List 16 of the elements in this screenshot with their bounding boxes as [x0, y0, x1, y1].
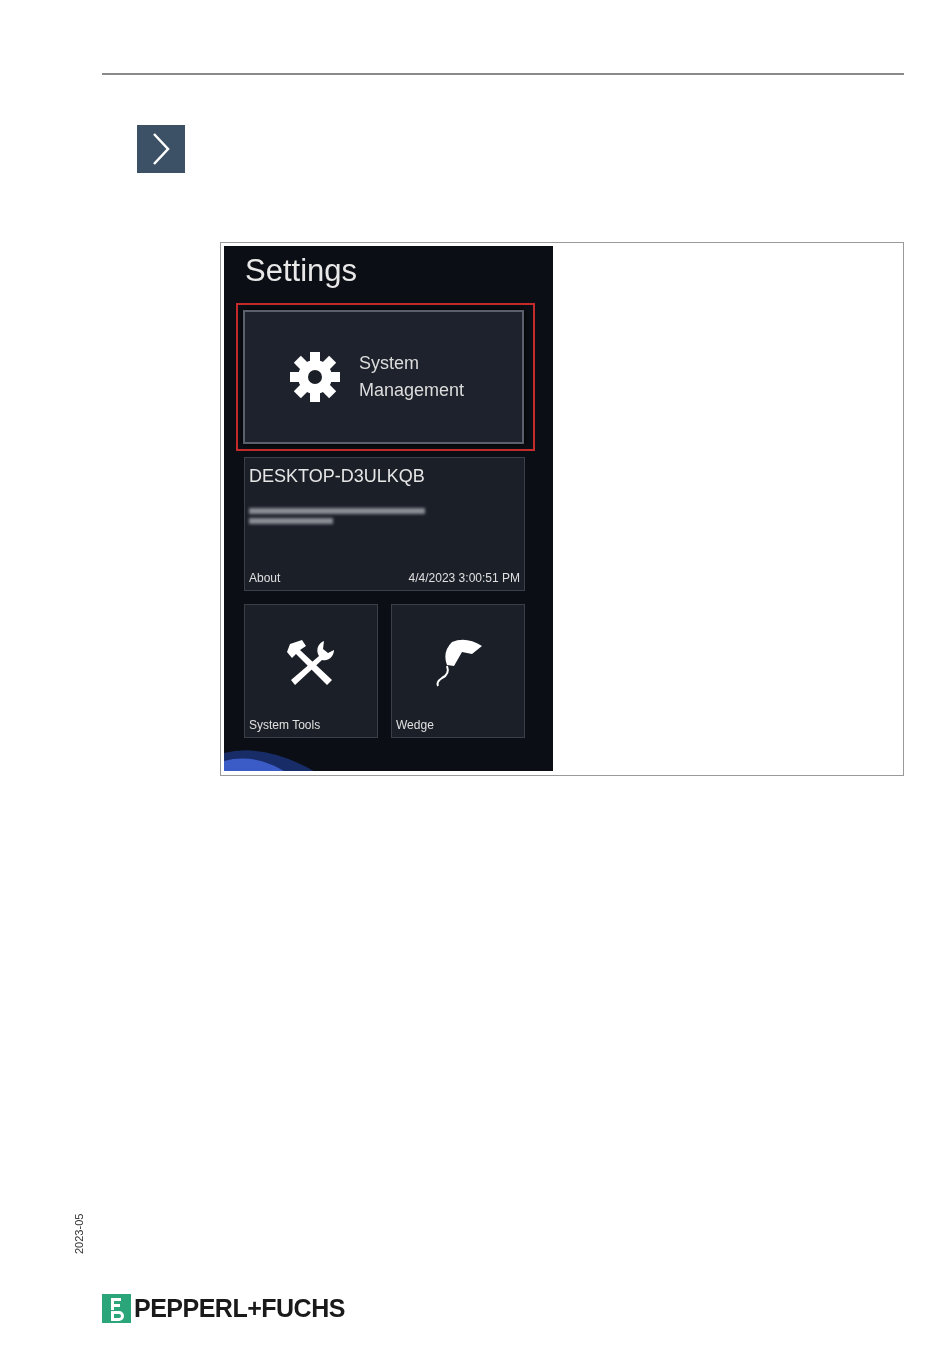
- tile-label: System Management: [359, 352, 466, 402]
- settings-tile[interactable]: Wedge: [391, 604, 525, 738]
- tile-label: System Tools: [249, 717, 321, 734]
- brand-name: PEPPERL+FUCHS: [134, 1294, 345, 1323]
- device-name: DESKTOP-D3ULKQB: [249, 465, 426, 488]
- settings-tile[interactable]: System Tools: [244, 604, 378, 738]
- tile-label: About: [249, 570, 281, 587]
- date-code: 2023-05: [72, 1212, 86, 1254]
- timestamp: 4/4/2023 3:00:51 PM: [408, 570, 520, 587]
- logo-icon: [102, 1294, 131, 1323]
- settings-title: Settings: [245, 252, 358, 290]
- tile-label: Wedge: [396, 717, 434, 734]
- tools-icon: [286, 638, 336, 688]
- settings-tile[interactable]: System Management: [243, 310, 524, 444]
- about-tile[interactable]: DESKTOP-D3ULKQB About 4/4/2023 3:00:51 PM: [244, 457, 525, 591]
- gear-icon: [289, 352, 341, 402]
